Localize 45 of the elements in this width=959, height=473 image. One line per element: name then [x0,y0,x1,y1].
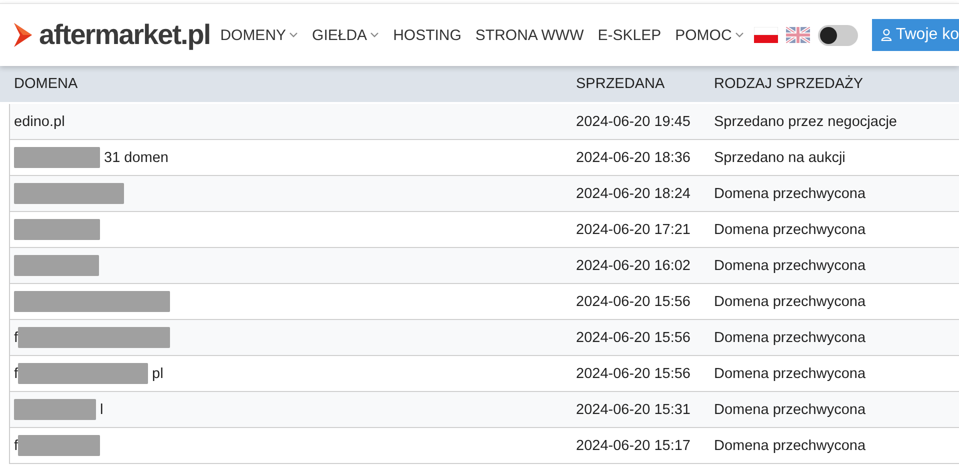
table-cell: Domena przechwycona [714,222,866,238]
domain-name[interactable]: f [14,330,18,346]
logo-icon[interactable] [12,22,34,48]
table-cell-text: 2024-06-20 16:02 [576,258,692,274]
table-cell-text: 2024-06-20 15:56 [576,366,692,382]
table-cell-text: 2024-06-20 15:56 [576,294,692,310]
nav-link[interactable]: POMOC [675,26,744,44]
table-cell-text: 2024-06-20 15:56 [576,330,692,346]
table-cell: Sprzedano przez negocjacje [714,114,897,130]
domain-name[interactable]: f [14,366,18,382]
flag-icon[interactable] [754,27,778,43]
nav-link[interactable]: HOSTING [393,26,462,44]
domain-name[interactable]: 31 domen [104,150,168,166]
user-icon [881,28,892,42]
column-header: SPRZEDANA [576,76,666,92]
nav-link[interactable]: DOMENY [220,26,298,44]
chevron-down-icon [370,32,380,38]
table-cell-text: 2024-06-20 15:17 [576,438,692,454]
chevron-down-icon [289,32,298,38]
flag-icon[interactable] [786,27,810,43]
table-cell-text: 2024-06-20 18:24 [576,186,692,202]
domain-name[interactable]: l [100,402,104,418]
domain-name[interactable]: edino.pl [14,114,65,130]
theme-toggle[interactable] [818,24,858,46]
table-cell-text: 2024-06-20 17:21 [576,222,692,238]
table-cell: Domena przechwycona [714,258,866,274]
table-cell: Domena przechwycona [714,330,866,346]
table-cell: Domena przechwycona [714,438,866,454]
logo-text[interactable]: aftermarket.pl [39,19,210,51]
table-cell: Domena przechwycona [714,294,866,310]
table-cell: Sprzedano na aukcji [714,150,846,166]
table-cell-text: 2024-06-20 19:45 [576,114,692,130]
table-cell-text: 2024-06-20 15:31 [576,402,692,418]
table-cell: Domena przechwycona [714,402,866,418]
nav-link[interactable]: GIEŁDA [312,26,380,44]
chevron-down-icon [734,32,744,38]
table-cell: Domena przechwycona [714,186,866,202]
column-header: DOMENA [13,76,79,92]
nav-link[interactable]: E-SKLEP [598,26,662,44]
table-cell: Domena przechwycona [714,366,866,382]
nav-link[interactable]: STRONA WWW [475,26,584,44]
domain-name[interactable]: f [14,438,18,454]
table-cell-text: 2024-06-20 18:36 [576,150,692,166]
column-header: RODZAJ SPRZEDAŻY [714,76,864,92]
domain-name[interactable]: pl [152,366,164,382]
